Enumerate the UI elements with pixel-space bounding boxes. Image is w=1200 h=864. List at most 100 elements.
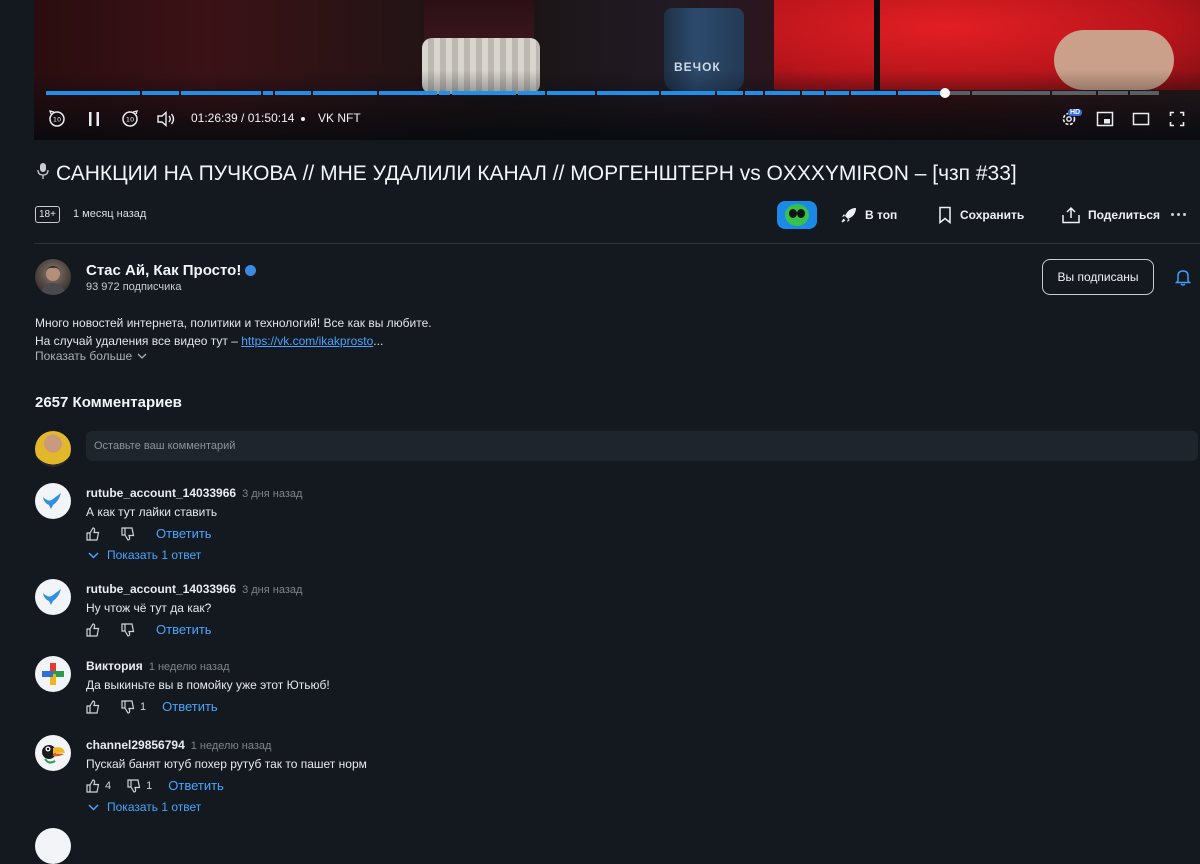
comment-actions: 4 1 Ответить — [86, 778, 224, 793]
theater-mode-button[interactable] — [1130, 108, 1152, 130]
progress-segment[interactable] — [745, 91, 763, 95]
channel-avatar[interactable] — [35, 259, 71, 295]
dislike-button[interactable]: 1 — [121, 699, 146, 714]
comment-author-name: channel29856794 — [86, 738, 185, 752]
comment-author[interactable]: Виктория 1 неделю назад — [86, 659, 229, 673]
video-description: Много новостей интернета, политики и тех… — [35, 314, 432, 350]
rewind-10-button[interactable]: 10 — [46, 108, 68, 130]
progress-segment[interactable] — [897, 91, 971, 95]
save-button[interactable]: Сохранить — [937, 206, 1024, 224]
comment-author[interactable]: rutube_account_14033966 3 дня назад — [86, 486, 302, 500]
fullscreen-button[interactable] — [1166, 108, 1188, 130]
share-icon — [1062, 206, 1080, 224]
progress-segment[interactable] — [1097, 91, 1129, 95]
subscribe-button[interactable]: Вы подписаны — [1042, 259, 1154, 295]
reaction-button[interactable] — [777, 201, 817, 229]
notification-bell-button[interactable] — [1174, 268, 1192, 291]
progress-bar[interactable] — [46, 91, 1159, 95]
share-button[interactable]: Поделиться — [1061, 206, 1160, 224]
reply-button[interactable]: Ответить — [156, 622, 212, 637]
comment-time: 3 дня назад — [242, 488, 303, 500]
progress-segment[interactable] — [312, 91, 377, 95]
progress-segment[interactable] — [802, 91, 825, 95]
comment-text: Пускай банят ютуб похер рутуб так то паш… — [86, 757, 367, 771]
separator-dot — [301, 117, 305, 121]
progress-segment[interactable] — [263, 91, 273, 95]
comment-avatar[interactable] — [35, 579, 71, 615]
forward-10-button[interactable]: 10 — [119, 108, 141, 130]
pause-button[interactable] — [83, 108, 105, 130]
description-link[interactable]: https://vk.com/ikakprosto — [241, 334, 373, 348]
section-divider — [34, 243, 1200, 244]
progress-segment[interactable] — [452, 91, 516, 95]
progress-segment[interactable] — [597, 91, 659, 95]
progress-segment[interactable] — [438, 91, 451, 95]
comment-time: 1 неделю назад — [148, 661, 230, 673]
reply-button[interactable]: Ответить — [168, 778, 224, 793]
like-button[interactable]: 4 — [86, 778, 111, 793]
channel-avatar-image — [40, 266, 66, 295]
progress-segment[interactable] — [660, 91, 715, 95]
progress-segment[interactable] — [1051, 91, 1096, 95]
plus-icon — [42, 663, 64, 685]
comment-time: 1 неделю назад — [190, 740, 272, 752]
bird-icon — [43, 589, 61, 605]
comment-avatar[interactable] — [35, 735, 71, 771]
share-button-label: Поделиться — [1088, 208, 1161, 222]
show-more-label: Показать больше — [35, 349, 133, 363]
miniplayer-button[interactable] — [1094, 108, 1116, 130]
fullscreen-icon — [1169, 111, 1185, 127]
progress-segment[interactable] — [716, 91, 744, 95]
chevron-down-icon — [88, 803, 99, 811]
current-user-avatar — [35, 431, 71, 467]
description-line-2: На случай удаления все видео тут – https… — [35, 332, 432, 350]
toucan-icon — [42, 745, 65, 764]
show-replies-button[interactable]: Показать 1 ответ — [88, 548, 201, 562]
comment-avatar[interactable] — [35, 656, 71, 692]
show-more-button[interactable]: Показать больше — [35, 349, 147, 363]
progress-segment[interactable] — [274, 91, 311, 95]
description-prefix: На случай удаления все видео тут – — [35, 334, 242, 348]
reply-button[interactable]: Ответить — [162, 699, 218, 714]
like-button[interactable] — [86, 526, 105, 541]
dislike-button[interactable] — [121, 622, 140, 637]
publish-date: 1 месяц назад — [73, 208, 147, 220]
comment-author[interactable]: rutube_account_14033966 3 дня назад — [86, 582, 302, 596]
dislike-button[interactable] — [121, 526, 140, 541]
speaker-icon — [157, 111, 175, 127]
thumbs-down-icon — [121, 699, 135, 714]
comment-author[interactable]: channel29856794 1 неделю назад — [86, 738, 271, 752]
vk-nft-link[interactable]: VK NFT — [318, 111, 361, 125]
bell-icon — [1174, 270, 1192, 286]
progress-segment[interactable] — [1130, 91, 1159, 95]
subscriber-count: 93 972 подписчика — [86, 281, 182, 293]
like-button[interactable] — [86, 699, 105, 714]
progress-segment[interactable] — [46, 91, 141, 95]
comment-avatar-partial[interactable] — [35, 828, 71, 864]
progress-segment[interactable] — [850, 91, 896, 95]
miniplayer-icon — [1096, 111, 1114, 127]
top-button[interactable]: В топ — [840, 206, 897, 224]
volume-button[interactable] — [155, 108, 177, 130]
progress-segment[interactable] — [826, 91, 849, 95]
progress-segment[interactable] — [142, 91, 180, 95]
progress-segment[interactable] — [972, 91, 1050, 95]
show-replies-button[interactable]: Показать 1 ответ — [88, 800, 201, 814]
like-button[interactable] — [86, 622, 105, 637]
channel-name[interactable]: Стас Ай, Как Просто! — [86, 262, 257, 279]
progress-segment[interactable] — [764, 91, 801, 95]
age-rating-badge: 18+ — [35, 206, 60, 223]
channel-name-text: Стас Ай, Как Просто! — [86, 262, 242, 279]
comment-text: Ну чтож чё тут да как? — [86, 601, 212, 615]
more-options-button[interactable] — [1171, 213, 1186, 216]
dislike-button[interactable]: 1 — [127, 778, 152, 793]
progress-segment[interactable] — [181, 91, 261, 95]
forward-10-icon: 10 — [122, 110, 138, 127]
progress-segment[interactable] — [517, 91, 546, 95]
progress-segment[interactable] — [547, 91, 596, 95]
reply-button[interactable]: Ответить — [156, 526, 212, 541]
thumbs-up-icon — [86, 699, 100, 714]
progress-segment[interactable] — [378, 91, 437, 95]
comment-input[interactable] — [86, 431, 1198, 461]
comment-avatar[interactable] — [35, 483, 71, 519]
